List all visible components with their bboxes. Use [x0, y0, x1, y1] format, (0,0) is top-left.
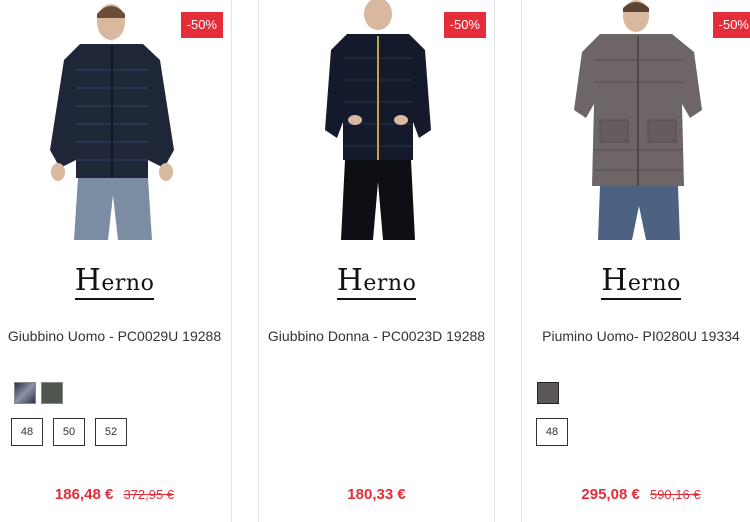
current-price: 295,08 € [581, 486, 640, 503]
product-card[interactable]: -50% Herno Giubbino Donna - PC0023D 1928… [258, 0, 495, 522]
color-swatch-green[interactable] [41, 382, 63, 404]
product-image[interactable]: -50% [522, 0, 750, 240]
current-price: 180,33 € [347, 486, 406, 503]
old-price: 372,95 € [123, 487, 175, 502]
color-swatches [14, 382, 63, 404]
size-option[interactable]: 48 [536, 418, 568, 446]
size-option[interactable]: 48 [11, 418, 43, 446]
color-swatches [537, 382, 559, 404]
size-options: 48 [536, 418, 568, 446]
product-name[interactable]: Giubbino Uomo - PC0029U 19288 [0, 325, 231, 347]
brand-logo[interactable]: Herno [522, 268, 750, 300]
product-name[interactable]: Piumino Uomo- PI0280U 19334 [522, 325, 750, 347]
brand-logo[interactable]: Herno [0, 268, 231, 300]
size-options: 48 50 52 [11, 418, 127, 446]
size-option[interactable]: 52 [95, 418, 127, 446]
brand-name: Herno [336, 263, 417, 300]
price-block: 180,33 € [259, 486, 494, 503]
price-block: 186,48 € 372,95 € [0, 486, 231, 503]
discount-badge: -50% [180, 12, 223, 38]
product-name[interactable]: Giubbino Donna - PC0023D 19288 [259, 325, 494, 347]
brand-name: Herno [74, 263, 155, 300]
product-card[interactable]: -50% Herno Piumino Uomo- PI0280U 19334 4… [521, 0, 750, 522]
color-swatch-navy[interactable] [14, 382, 36, 404]
product-image[interactable]: -50% [259, 0, 494, 240]
current-price: 186,48 € [54, 486, 114, 503]
product-image[interactable]: -50% [0, 0, 231, 240]
discount-badge: -50% [712, 12, 750, 38]
brand-logo[interactable]: Herno [259, 268, 494, 300]
product-card[interactable]: -50% Herno Giubbino Uomo - PC0029U 19288… [0, 0, 232, 522]
old-price: 590,16 € [649, 487, 701, 502]
price-block: 295,08 € 590,16 € [522, 486, 750, 503]
color-swatch-grey[interactable] [537, 382, 559, 404]
size-option[interactable]: 50 [53, 418, 85, 446]
brand-name: Herno [601, 263, 681, 300]
discount-badge: -50% [443, 12, 486, 38]
